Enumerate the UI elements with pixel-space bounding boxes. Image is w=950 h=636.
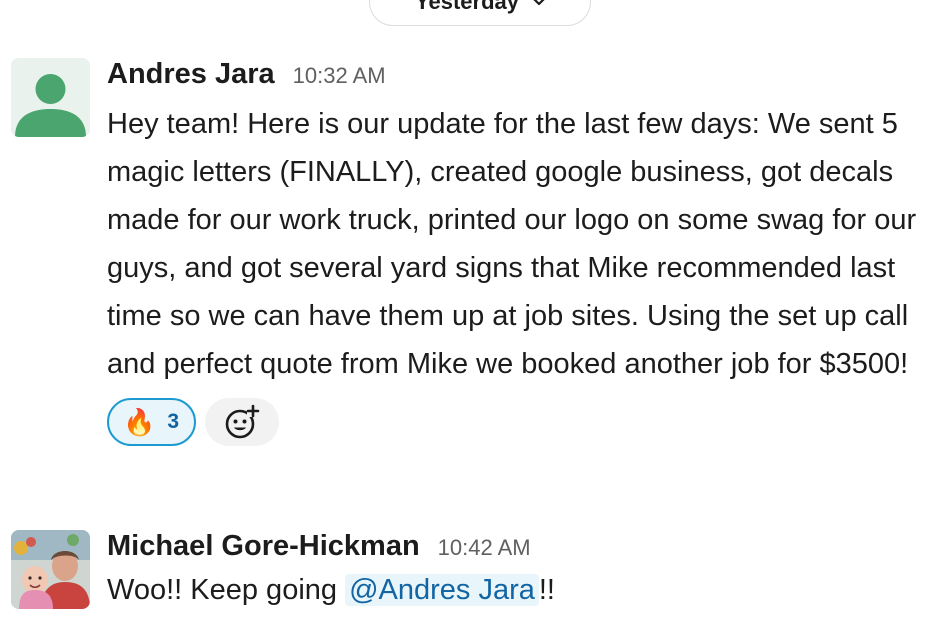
reaction-fire[interactable]: 🔥 3 (107, 398, 196, 446)
reaction-count: 3 (167, 410, 180, 433)
date-divider[interactable]: Yesterday (369, 0, 591, 26)
add-reaction-button[interactable] (205, 398, 279, 446)
user-mention[interactable]: @Andres Jara (345, 574, 539, 606)
add-emoji-icon (225, 404, 260, 439)
timestamp[interactable]: 10:42 AM (438, 535, 531, 561)
reactions-bar: 🔥 3 (107, 398, 927, 446)
message-text: Hey team! Here is our update for the las… (107, 108, 917, 380)
chevron-down-icon (533, 0, 545, 6)
date-divider-label: Yesterday (415, 0, 519, 14)
message-text-after: !! (538, 574, 555, 606)
message-text: Woo!! Keep going @Andres Jara!! (107, 566, 927, 614)
message-text-before: Woo!! Keep going (107, 574, 346, 606)
user-photo (11, 530, 90, 609)
timestamp[interactable]: 10:32 AM (293, 63, 386, 89)
avatar[interactable] (11, 530, 90, 609)
fire-emoji-icon: 🔥 (123, 407, 156, 437)
default-user-icon (11, 58, 90, 137)
author-name[interactable]: Michael Gore-Hickman (107, 530, 420, 563)
author-name[interactable]: Andres Jara (107, 58, 275, 91)
avatar[interactable] (11, 58, 90, 137)
